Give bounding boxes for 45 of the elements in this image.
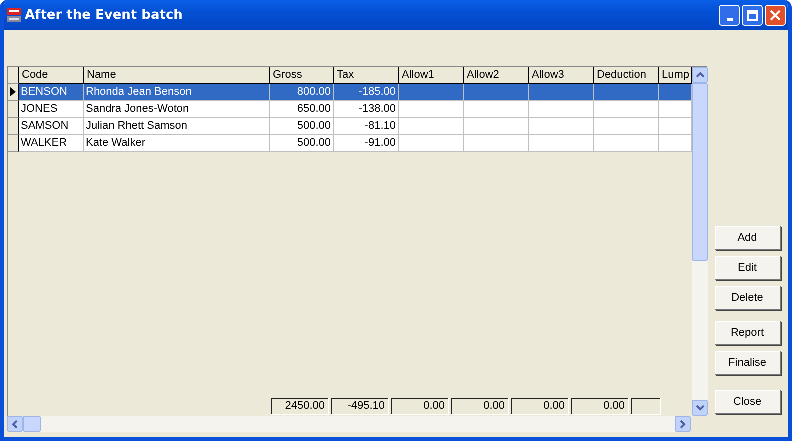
scroll-down-icon[interactable] <box>692 400 708 416</box>
total-field <box>631 398 661 415</box>
action-button[interactable]: Report <box>714 321 780 345</box>
action-button[interactable]: Add <box>714 226 780 250</box>
total-field: 0.00 <box>451 398 509 415</box>
scroll-thumb[interactable] <box>23 416 41 432</box>
row-selector[interactable] <box>8 118 19 135</box>
scroll-up-icon[interactable] <box>692 67 708 83</box>
row-selector[interactable] <box>8 135 19 152</box>
action-button[interactable]: Delete <box>714 286 780 310</box>
horizontal-scrollbar[interactable] <box>7 416 691 432</box>
scroll-right-icon[interactable] <box>675 416 691 432</box>
minimize-icon <box>726 18 732 20</box>
total-field: -495.10 <box>331 398 389 415</box>
row-pointer-icon <box>10 87 16 97</box>
total-field: 2450.00 <box>271 398 329 415</box>
minimize-button[interactable] <box>719 4 740 26</box>
table-cell: 500.00 <box>270 135 334 152</box>
scroll-left-icon[interactable] <box>7 416 23 432</box>
table-row[interactable]: SAMSON Julian Rhett Samson 500.00 -81.10 <box>8 118 692 135</box>
table-row[interactable]: BENSON Rhonda Jean Benson 800.00 -185.00 <box>8 84 692 101</box>
table-cell <box>464 135 529 152</box>
window-title: After the Event batch <box>25 8 184 22</box>
total-field: 0.00 <box>391 398 449 415</box>
action-button[interactable]: Edit <box>714 256 780 280</box>
table-cell: -91.00 <box>334 135 399 152</box>
action-button[interactable]: Finalise <box>714 351 780 375</box>
table-cell <box>399 135 464 152</box>
scroll-thumb[interactable] <box>692 83 708 261</box>
maximize-button[interactable] <box>742 4 763 26</box>
table-cell <box>594 135 659 152</box>
table-cell <box>529 135 594 152</box>
maximize-icon <box>747 10 758 20</box>
vertical-scrollbar[interactable] <box>692 67 708 416</box>
row-selector[interactable] <box>8 84 19 101</box>
close-icon <box>770 10 781 20</box>
row-selector[interactable] <box>8 101 19 118</box>
action-button[interactable]: Close <box>714 390 780 414</box>
table-cell: WALKER <box>19 135 84 152</box>
table-row[interactable]: JONES Sandra Jones-Woton 650.00 -138.00 <box>8 101 692 118</box>
table-cell: Kate Walker <box>84 135 270 152</box>
total-field: 0.00 <box>511 398 569 415</box>
total-field: 0.00 <box>571 398 629 415</box>
close-button[interactable] <box>765 4 786 26</box>
table-row[interactable]: WALKER Kate Walker 500.00 -91.00 <box>8 135 692 152</box>
